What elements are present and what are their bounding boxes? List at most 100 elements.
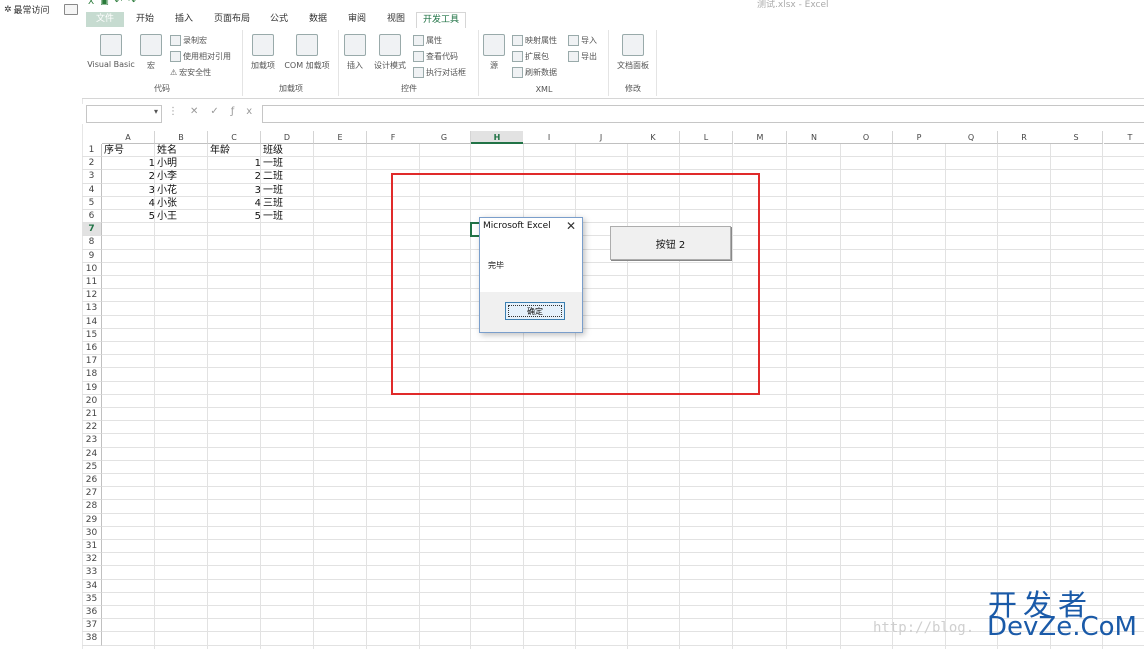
row-header[interactable]: 18 (82, 368, 102, 382)
chevron-down-icon[interactable]: ▾ (154, 107, 158, 116)
table-cell-id[interactable]: 2 (104, 170, 155, 183)
macro-security-button[interactable]: ⚠ 宏安全性 (170, 67, 211, 78)
expansion-packs-button[interactable]: 扩展包 (512, 51, 549, 62)
cancel-icon[interactable]: ✕ (190, 106, 210, 117)
table-cell-class-num[interactable]: 3 (210, 184, 261, 197)
header-cell-age[interactable]: 年龄 (210, 144, 259, 157)
row-header[interactable]: 8 (82, 236, 102, 250)
column-header-m[interactable]: M (734, 131, 787, 144)
row-header[interactable]: 6 (82, 210, 102, 224)
row-header[interactable]: 26 (82, 474, 102, 488)
relative-reference-button[interactable]: 使用相对引用 (170, 51, 231, 62)
row-header[interactable]: 36 (82, 606, 102, 620)
addins-button[interactable]: 加载项 (248, 34, 278, 71)
column-header-s[interactable]: S (1050, 131, 1103, 144)
column-header-d[interactable]: D (261, 131, 314, 144)
row-header[interactable]: 9 (82, 249, 102, 263)
name-box[interactable]: ▾ (86, 105, 162, 123)
row-header[interactable]: 7 (82, 223, 102, 237)
macro-button[interactable]: 宏 (140, 34, 162, 71)
row-header[interactable]: 22 (82, 421, 102, 435)
import-button[interactable]: 导入 (568, 35, 597, 46)
document-panel-button[interactable]: 文档面板 (612, 34, 654, 71)
row-header[interactable]: 17 (82, 355, 102, 369)
enter-icon[interactable]: ✓ (210, 106, 230, 117)
table-cell-class-num[interactable]: 4 (210, 197, 261, 210)
table-cell-class-num[interactable]: 5 (210, 210, 261, 223)
row-header[interactable]: 20 (82, 394, 102, 408)
column-header-q[interactable]: Q (945, 131, 998, 144)
table-cell-id[interactable]: 3 (104, 184, 155, 197)
insert-control-button[interactable]: 插入 (342, 34, 368, 71)
column-header-t[interactable]: T (1104, 131, 1144, 144)
column-header-c[interactable]: C (208, 131, 261, 144)
table-cell-name[interactable]: 小王 (157, 210, 208, 223)
com-addins-button[interactable]: COM 加载项 (280, 34, 334, 71)
header-cell-name[interactable]: 姓名 (157, 144, 206, 157)
tab-developer[interactable]: 开发工具 (416, 12, 467, 29)
refresh-data-button[interactable]: 刷新数据 (512, 67, 557, 78)
row-header[interactable]: 21 (82, 408, 102, 422)
row-header[interactable]: 24 (82, 447, 102, 461)
column-header-o[interactable]: O (840, 131, 893, 144)
table-cell-id[interactable]: 4 (104, 197, 155, 210)
row-header[interactable]: 23 (82, 434, 102, 448)
row-header[interactable]: 19 (82, 381, 102, 395)
column-header-n[interactable]: N (788, 131, 841, 144)
table-cell-class-num[interactable]: 2 (210, 170, 261, 183)
column-header-e[interactable]: E (314, 131, 367, 144)
sheet-form-button[interactable]: 按钮 2 (610, 226, 731, 260)
column-header-k[interactable]: K (627, 131, 680, 144)
row-header[interactable]: 32 (82, 553, 102, 567)
table-cell-id[interactable]: 1 (104, 157, 155, 170)
row-header[interactable]: 2 (82, 157, 102, 171)
row-header[interactable]: 15 (82, 328, 102, 342)
column-header-b[interactable]: B (155, 131, 208, 144)
function-icon[interactable]: ƒx (231, 106, 264, 117)
export-button[interactable]: 导出 (568, 51, 597, 62)
column-header-j[interactable]: J (575, 131, 628, 144)
column-header-a[interactable]: A (102, 131, 155, 144)
tab-review[interactable]: 审阅 (348, 12, 366, 27)
row-header[interactable]: 10 (82, 262, 102, 276)
row-header[interactable]: 38 (82, 632, 102, 646)
row-header[interactable]: 1 (82, 144, 102, 158)
row-header[interactable]: 31 (82, 540, 102, 554)
run-dialog-button[interactable]: 执行对话框 (413, 67, 466, 78)
tab-page-layout[interactable]: 页面布局 (214, 12, 250, 27)
table-cell-class[interactable]: 二班 (263, 170, 314, 183)
header-cell-id[interactable]: 序号 (104, 144, 153, 157)
tab-data[interactable]: 数据 (309, 12, 327, 27)
design-mode-button[interactable]: 设计模式 (370, 34, 410, 71)
row-header[interactable]: 25 (82, 460, 102, 474)
table-cell-class[interactable]: 一班 (263, 157, 314, 170)
row-header[interactable]: 11 (82, 276, 102, 290)
quick-access-item[interactable]: ✲ 最常访问 (4, 3, 50, 17)
tab-home[interactable]: 开始 (136, 12, 154, 27)
row-header[interactable]: 14 (82, 315, 102, 329)
table-cell-name[interactable]: 小李 (157, 170, 208, 183)
table-cell-class[interactable]: 一班 (263, 184, 314, 197)
tab-formulas[interactable]: 公式 (270, 12, 288, 27)
table-cell-class[interactable]: 三班 (263, 197, 314, 210)
quick-toolbar-icons[interactable]: X▣↶↷ (88, 0, 142, 7)
row-header[interactable]: 13 (82, 302, 102, 316)
row-header[interactable]: 30 (82, 526, 102, 540)
table-cell-name[interactable]: 小张 (157, 197, 208, 210)
row-header[interactable]: 35 (82, 592, 102, 606)
folder-icon[interactable] (64, 4, 78, 15)
properties-button[interactable]: 属性 (413, 35, 442, 46)
row-header[interactable]: 29 (82, 513, 102, 527)
column-header-i[interactable]: I (523, 131, 576, 144)
row-header[interactable]: 27 (82, 487, 102, 501)
tab-file[interactable]: 文件 (86, 12, 124, 27)
table-cell-name[interactable]: 小花 (157, 184, 208, 197)
row-header[interactable]: 12 (82, 289, 102, 303)
column-header-l[interactable]: L (680, 131, 733, 144)
row-header[interactable]: 28 (82, 500, 102, 514)
column-header-g[interactable]: G (418, 131, 471, 144)
xml-source-button[interactable]: 源 (482, 34, 506, 71)
table-cell-class[interactable]: 一班 (263, 210, 314, 223)
view-code-button[interactable]: 查看代码 (413, 51, 458, 62)
table-cell-class-num[interactable]: 1 (210, 157, 261, 170)
